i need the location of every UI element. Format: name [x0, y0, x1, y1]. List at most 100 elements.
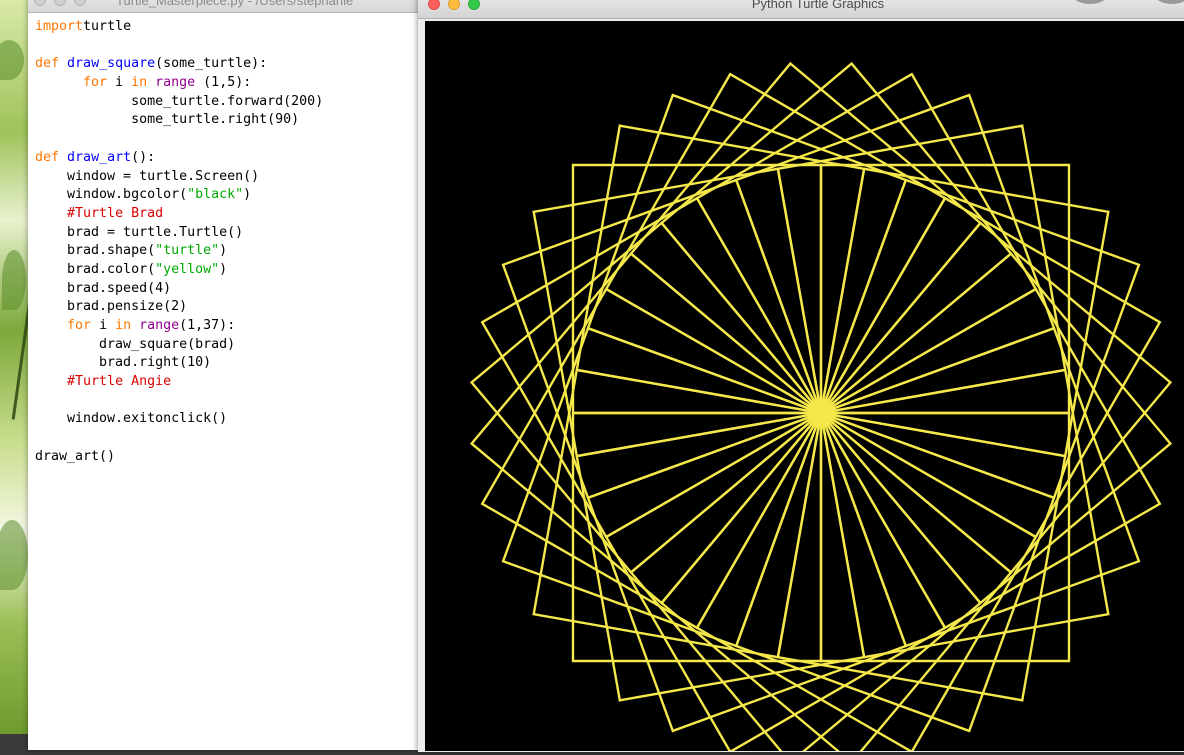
code-line: draw_art() [35, 448, 323, 467]
code-line: for i in range (1,5): [35, 74, 323, 93]
code-token: draw_square [67, 56, 156, 72]
code-line: importturtle [35, 18, 323, 37]
code-token: brad.color( [35, 261, 156, 277]
code-token: i [107, 75, 132, 91]
code-token: for [67, 318, 92, 333]
code-token: (1,5): [195, 75, 252, 91]
code-token: turtle [83, 19, 132, 34]
square-outline [469, 251, 822, 605]
square-outline [480, 287, 823, 630]
code-token: (some_turtle): [155, 56, 268, 72]
square-outline [734, 411, 1056, 733]
code-editor-window: Turtle_Masterpiece.py - /Users/stephanie… [28, 0, 420, 750]
code-token: draw_square(brad) [35, 336, 236, 352]
code-token: brad.shape( [35, 243, 156, 259]
window-controls [34, 0, 94, 12]
code-line: def draw_art(): [35, 149, 323, 168]
code-token: draw_art() [35, 448, 116, 464]
code-line: draw_square(brad) [35, 336, 323, 355]
turtle-titlebar[interactable]: Python Turtle Graphics [418, 0, 1184, 19]
square-outline [501, 178, 823, 500]
square-outline [819, 287, 1162, 630]
code-token: def [35, 56, 60, 72]
code-line: window.bgcolor("black") [35, 186, 323, 205]
editor-titlebar[interactable]: Turtle_Masterpiece.py - /Users/stephanie [28, 0, 420, 13]
code-token: "turtle" [155, 243, 220, 259]
code-line: brad.right(10) [35, 354, 323, 373]
code-line: brad.shape("turtle") [35, 242, 323, 261]
code-token: ) [219, 261, 228, 277]
window-title: Python Turtle Graphics [751, 0, 885, 11]
square-outline [819, 326, 1141, 648]
square-outline [819, 178, 1141, 500]
leaf-decoration [0, 40, 24, 80]
code-token: for [83, 75, 108, 91]
code-text-area[interactable]: importturtle def draw_square(some_turtle)… [35, 18, 323, 467]
code-token: range [139, 318, 180, 333]
leaf-decoration [0, 520, 28, 590]
code-token: ) [243, 187, 252, 203]
square-outline [695, 411, 1038, 754]
code-line: def draw_square(some_turtle): [35, 55, 323, 74]
square-outline [734, 93, 1056, 415]
code-line: brad = turtle.Turtle() [35, 224, 323, 243]
code-token: range [155, 75, 196, 91]
code-line: some_turtle.right(90) [35, 111, 323, 130]
code-token: import [35, 19, 84, 34]
code-token: draw_art [67, 149, 132, 165]
code-token: #Turtle Angie [67, 374, 172, 390]
square-outline [629, 61, 983, 414]
code-token: in [131, 75, 148, 91]
square-outline [469, 221, 822, 575]
square-outline [586, 411, 908, 733]
code-line: window = turtle.Screen() [35, 168, 323, 187]
square-outline [819, 196, 1162, 539]
code-token: window.bgcolor( [35, 187, 188, 203]
square-outline [820, 221, 1173, 575]
code-line: brad.pensize(2) [35, 298, 323, 317]
code-line: window.exitonclick() [35, 410, 323, 429]
turtle-drawing [469, 61, 1173, 755]
square-outline [501, 326, 823, 648]
code-token: brad.speed(4) [35, 280, 172, 296]
code-line: brad.color("yellow") [35, 261, 323, 280]
square-outline [586, 93, 908, 415]
square-outline [820, 251, 1173, 605]
turtle-canvas[interactable] [425, 21, 1184, 755]
minimize-button[interactable] [54, 0, 66, 6]
turtle-graphics-window: Python Turtle Graphics [418, 0, 1184, 755]
code-token: "black" [187, 187, 244, 203]
code-line: #Turtle Brad [35, 205, 323, 224]
code-token: brad.right(10) [35, 355, 212, 371]
square-outline [480, 196, 823, 539]
code-token: window.exitonclick() [35, 411, 228, 427]
code-line: for i in range(1,37): [35, 317, 323, 336]
code-token: brad = turtle.Turtle() [35, 224, 244, 240]
window-title: Turtle_Masterpiece.py - /Users/stephanie [116, 0, 354, 8]
square-outline [604, 72, 947, 415]
code-token: some_turtle.forward(200) [35, 93, 324, 109]
close-button[interactable] [34, 0, 46, 6]
code-line: some_turtle.forward(200) [35, 93, 323, 112]
code-token: "yellow" [155, 261, 220, 277]
square-outline [659, 61, 1013, 414]
zoom-button[interactable] [74, 0, 86, 6]
code-token: brad.pensize(2) [35, 299, 188, 315]
square-outline [695, 72, 1038, 415]
code-token: i [91, 318, 116, 333]
code-token: window = turtle.Screen() [35, 168, 260, 184]
code-token: in [115, 318, 132, 333]
code-token: ) [219, 243, 228, 259]
code-token: (): [131, 149, 156, 165]
